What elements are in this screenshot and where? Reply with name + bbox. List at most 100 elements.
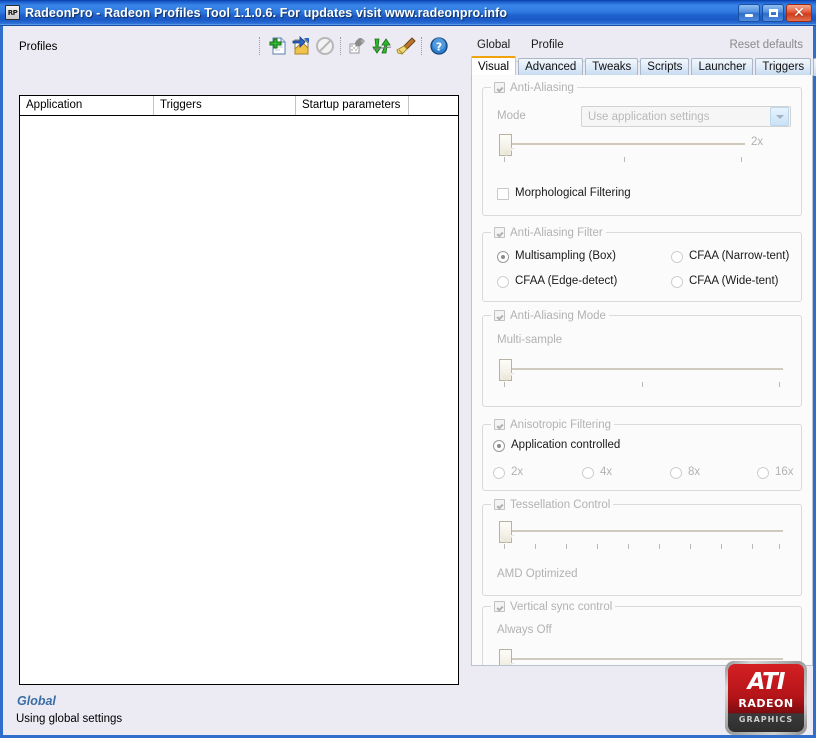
- scope-global[interactable]: Global: [477, 39, 510, 51]
- anti-aliasing-mode-combo[interactable]: Use application settings: [581, 106, 791, 127]
- status-description: Using global settings: [16, 713, 123, 725]
- toolbar-separator-2: [340, 37, 343, 55]
- radio-aniso-4x[interactable]: [582, 467, 594, 479]
- slider-thumb[interactable]: [499, 521, 512, 543]
- column-header-application[interactable]: Application: [20, 96, 154, 115]
- column-header-startup-parameters[interactable]: Startup parameters: [296, 96, 409, 115]
- minimize-button[interactable]: [738, 3, 760, 22]
- group-anisotropic-caption: Anisotropic Filtering: [491, 417, 614, 432]
- tessellation-caption-label: Tessellation Control: [510, 498, 611, 511]
- morphological-filtering-checkbox[interactable]: [497, 188, 509, 200]
- radeonpro-window: RP RadeonPro - Radeon Profiles Tool 1.1.…: [0, 0, 816, 738]
- tab-triggers[interactable]: Triggers: [755, 58, 812, 76]
- slider-track: [499, 143, 745, 145]
- group-anisotropic-filtering: Anisotropic Filtering Application contro…: [482, 417, 802, 491]
- app-icon: RP: [5, 5, 20, 20]
- refresh-profiles-icon[interactable]: [371, 35, 393, 57]
- profiles-listview[interactable]: Application Triggers Startup parameters: [19, 95, 459, 685]
- aa-mode-caption-label: Anti-Aliasing Mode: [510, 309, 606, 322]
- group-anti-aliasing-filter: Anti-Aliasing Filter Multisampling (Box)…: [482, 225, 802, 302]
- tab-advanced[interactable]: Advanced: [518, 58, 584, 76]
- tessellation-slider-ticks: [499, 544, 783, 549]
- add-profile-icon[interactable]: [266, 35, 288, 57]
- label-cfaa-wide-tent: CFAA (Wide-tent): [689, 275, 779, 287]
- slider-thumb[interactable]: [499, 134, 512, 156]
- slider-track: [499, 658, 783, 660]
- settings-tabs: Visual Advanced Tweaks Scripts Launcher …: [471, 56, 816, 76]
- vsync-value-label: Always Off: [497, 624, 552, 636]
- aa-filter-enable-checkbox[interactable]: [494, 227, 505, 238]
- label-application-controlled: Application controlled: [511, 439, 621, 451]
- chevron-down-icon[interactable]: [770, 107, 789, 126]
- radio-aniso-8x[interactable]: [670, 467, 682, 479]
- radio-application-controlled[interactable]: [493, 440, 505, 452]
- label-cfaa-narrow-tent: CFAA (Narrow-tent): [689, 250, 790, 262]
- listview-body[interactable]: [20, 116, 458, 683]
- radio-multisampling-box[interactable]: [497, 251, 509, 263]
- label-multisampling-box: Multisampling (Box): [515, 250, 616, 262]
- tab-launcher[interactable]: Launcher: [691, 58, 754, 76]
- tessellation-enable-checkbox[interactable]: [494, 499, 505, 510]
- ati-logo-graphics: GRAPHICS: [738, 715, 794, 724]
- group-anti-aliasing: Anti-Aliasing Mode Use application setti…: [482, 80, 802, 216]
- label-aniso-8x: 8x: [688, 466, 701, 478]
- column-header-triggers[interactable]: Triggers: [154, 96, 296, 115]
- morphological-filtering-label: Morphological Filtering: [515, 187, 631, 199]
- label-aniso-4x: 4x: [600, 466, 613, 478]
- slider-track: [499, 530, 783, 532]
- window-client-area: Profiles ? Application Triggers Startup …: [0, 26, 816, 738]
- anti-aliasing-mode-slider[interactable]: [499, 359, 783, 381]
- group-tessellation-control: Tessellation Control AMD Optimized: [482, 497, 802, 596]
- delete-profile-icon: [314, 35, 336, 57]
- scope-profile[interactable]: Profile: [531, 39, 564, 51]
- anti-aliasing-caption-label: Anti-Aliasing: [510, 81, 574, 94]
- profiles-toolbar: ?: [256, 34, 451, 58]
- tab-tweaks[interactable]: Tweaks: [585, 58, 639, 76]
- help-icon[interactable]: ?: [428, 35, 450, 57]
- clean-profiles-icon[interactable]: [395, 35, 417, 57]
- window-controls: ✕: [736, 3, 812, 22]
- aa-mode-slider-ticks: [499, 382, 783, 387]
- group-aa-mode-caption: Anti-Aliasing Mode: [491, 308, 609, 323]
- tessellation-slider[interactable]: [499, 521, 783, 543]
- aa-mode-enable-checkbox[interactable]: [494, 310, 505, 321]
- window-title: RadeonPro - Radeon Profiles Tool 1.1.0.6…: [25, 5, 508, 20]
- anisotropic-caption-label: Anisotropic Filtering: [510, 418, 611, 431]
- radio-cfaa-wide-tent[interactable]: [671, 276, 683, 288]
- group-tessellation-caption: Tessellation Control: [491, 497, 614, 512]
- tab-visual[interactable]: Visual: [471, 56, 517, 76]
- radio-aniso-2x[interactable]: [493, 467, 505, 479]
- anti-aliasing-enable-checkbox[interactable]: [494, 82, 505, 93]
- tab-scripts[interactable]: Scripts: [640, 58, 690, 76]
- tessellation-value-label: AMD Optimized: [497, 568, 578, 580]
- anti-aliasing-level-slider[interactable]: [499, 134, 745, 156]
- maximize-button[interactable]: [762, 3, 784, 22]
- settings-panel: Global Profile Reset defaults Visual Adv…: [463, 26, 816, 666]
- slider-track: [499, 368, 783, 370]
- ati-logo-inner: ATI RADEON GRAPHICS: [728, 664, 804, 732]
- clone-profile-icon[interactable]: [347, 35, 369, 57]
- column-header-spacer[interactable]: [409, 96, 458, 115]
- reset-defaults-button[interactable]: Reset defaults: [729, 39, 803, 51]
- close-button[interactable]: ✕: [786, 3, 812, 22]
- profiles-panel: Profiles ? Application Triggers Startup …: [3, 26, 460, 732]
- anti-aliasing-slider-ticks: [499, 157, 745, 162]
- import-profile-icon[interactable]: [290, 35, 312, 57]
- svg-text:?: ?: [436, 41, 442, 54]
- listview-header: Application Triggers Startup parameters: [20, 96, 458, 116]
- anti-aliasing-mode-label: Mode: [497, 110, 526, 122]
- slider-thumb[interactable]: [499, 649, 512, 665]
- ati-logo-wordmark: ATI: [747, 669, 786, 695]
- radio-cfaa-narrow-tent[interactable]: [671, 251, 683, 263]
- anisotropic-enable-checkbox[interactable]: [494, 419, 505, 430]
- visual-tab-page: Anti-Aliasing Mode Use application setti…: [471, 75, 813, 666]
- radio-aniso-16x[interactable]: [757, 467, 769, 479]
- toolbar-separator: [259, 37, 262, 55]
- vsync-enable-checkbox[interactable]: [494, 601, 505, 612]
- slider-thumb[interactable]: [499, 359, 512, 381]
- label-aniso-2x: 2x: [511, 466, 524, 478]
- radio-cfaa-edge-detect[interactable]: [497, 276, 509, 288]
- vsync-caption-label: Vertical sync control: [510, 600, 613, 613]
- label-cfaa-edge-detect: CFAA (Edge-detect): [515, 275, 618, 287]
- label-aniso-16x: 16x: [775, 466, 794, 478]
